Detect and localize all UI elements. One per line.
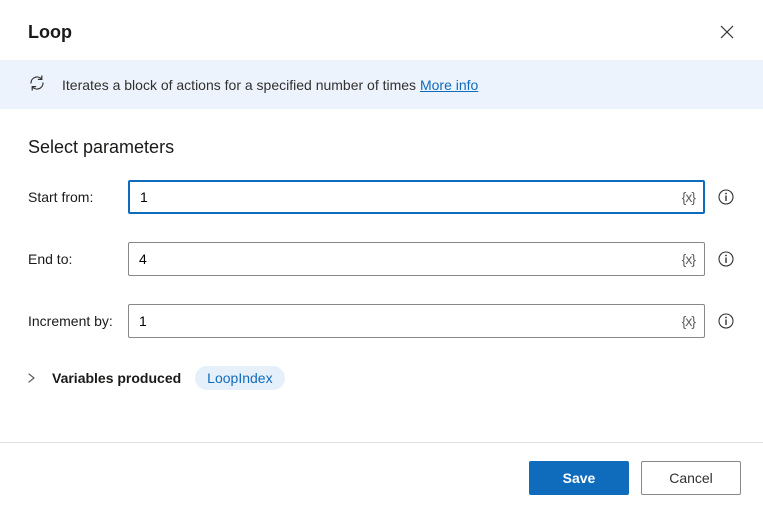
insert-variable-button[interactable]: {x}	[678, 249, 699, 269]
chevron-right-icon	[28, 373, 38, 383]
variables-produced-row[interactable]: Variables produced LoopIndex	[28, 366, 735, 390]
info-button-increment[interactable]	[717, 312, 735, 330]
dialog-header: Loop	[0, 0, 763, 60]
banner-description: Iterates a block of actions for a specif…	[62, 77, 416, 93]
increment-input-wrapper: {x}	[128, 304, 705, 338]
cancel-button[interactable]: Cancel	[641, 461, 741, 495]
insert-variable-button[interactable]: {x}	[678, 311, 699, 331]
start-input-wrapper: {x}	[128, 180, 705, 214]
section-title: Select parameters	[28, 137, 735, 158]
info-icon	[718, 251, 734, 267]
param-row-start: Start from: {x}	[28, 180, 735, 214]
dialog-title: Loop	[28, 22, 72, 43]
end-input[interactable]	[128, 242, 705, 276]
end-label: End to:	[28, 251, 128, 267]
banner-text: Iterates a block of actions for a specif…	[62, 77, 478, 93]
variables-label: Variables produced	[52, 370, 181, 386]
close-icon	[720, 25, 734, 39]
dialog-content: Select parameters Start from: {x} End to…	[0, 109, 763, 400]
info-icon	[718, 313, 734, 329]
param-row-end: End to: {x}	[28, 242, 735, 276]
save-button[interactable]: Save	[529, 461, 629, 495]
end-input-wrapper: {x}	[128, 242, 705, 276]
info-banner: Iterates a block of actions for a specif…	[0, 60, 763, 109]
variable-chip-loopindex[interactable]: LoopIndex	[195, 366, 284, 390]
increment-input[interactable]	[128, 304, 705, 338]
info-button-start[interactable]	[717, 188, 735, 206]
info-button-end[interactable]	[717, 250, 735, 268]
close-button[interactable]	[713, 18, 741, 46]
dialog-footer: Save Cancel	[0, 442, 763, 513]
more-info-link[interactable]: More info	[420, 77, 478, 93]
loop-icon	[28, 74, 46, 95]
start-input[interactable]	[128, 180, 705, 214]
info-icon	[718, 189, 734, 205]
param-row-increment: Increment by: {x}	[28, 304, 735, 338]
insert-variable-button[interactable]: {x}	[678, 187, 699, 207]
increment-label: Increment by:	[28, 313, 128, 329]
start-label: Start from:	[28, 189, 128, 205]
